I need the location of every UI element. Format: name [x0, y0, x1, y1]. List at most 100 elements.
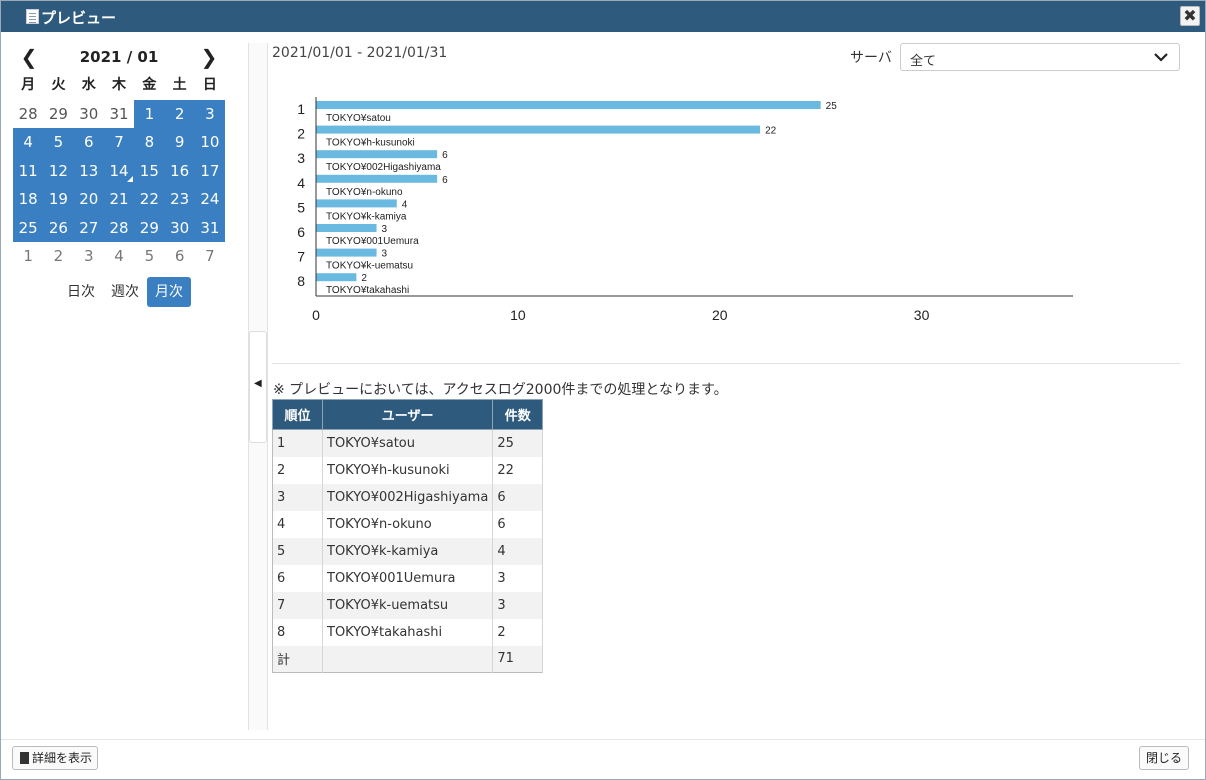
x-tick-label: 30 [914, 307, 930, 323]
calendar-day[interactable]: 23 [164, 185, 195, 214]
calendar-day[interactable]: 28 [103, 213, 135, 242]
x-tick-label: 20 [712, 307, 728, 323]
count-cell: 3 [492, 591, 544, 619]
table-row: 6 TOKYO¥001Uemura 3 [272, 564, 544, 592]
total-label-cell: 計 [272, 645, 323, 673]
weekly-button[interactable]: 週次 [103, 277, 147, 307]
bar-value-label: 4 [402, 199, 408, 210]
weekday-header: 月 [21, 77, 36, 93]
calendar-day[interactable]: 10 [194, 128, 226, 157]
close-window-button[interactable]: ✖ [1180, 6, 1200, 26]
column-header-rank: 順位 [272, 399, 323, 430]
server-select[interactable]: 全て [900, 43, 1180, 71]
calendar-day[interactable]: 28 [13, 100, 43, 129]
calendar-day[interactable]: 31 [194, 213, 226, 242]
rank-axis-label: 2 [297, 126, 305, 142]
calendar-day[interactable]: 13 [73, 156, 104, 185]
calendar-day[interactable]: 4 [13, 128, 44, 157]
table-row: 2 TOKYO¥h-kusunoki 22 [272, 456, 544, 484]
x-tick-label: 10 [510, 307, 526, 323]
table-row: 5 TOKYO¥k-kamiya 4 [272, 537, 544, 565]
calendar-day[interactable]: 25 [13, 213, 44, 242]
rank-axis-label: 6 [297, 224, 305, 240]
title-bar: プレビュー ✖ [1, 1, 1205, 32]
column-header-user: ユーザー [321, 399, 494, 430]
calendar-day[interactable]: 9 [164, 128, 195, 157]
calendar-day[interactable]: 31 [104, 100, 134, 129]
calendar-day[interactable]: 6 [164, 242, 194, 271]
calendar-day[interactable]: 22 [134, 185, 165, 214]
calendar-day[interactable]: 6 [73, 128, 104, 157]
calendar-day[interactable]: 1 [13, 242, 43, 271]
calendar-day[interactable]: 14 [103, 156, 135, 185]
calendar-day[interactable]: 17 [194, 156, 226, 185]
calendar-day[interactable]: 29 [134, 213, 165, 242]
count-cell: 25 [492, 429, 544, 457]
calendar-day[interactable]: 20 [73, 185, 104, 214]
calendar-header: ❮ 2021 / 01 ❯ [13, 43, 225, 71]
rank-cell: 8 [272, 618, 323, 646]
calendar-day[interactable]: 3 [74, 242, 104, 271]
bar-category-label: TOKYO¥h-kusunoki [326, 138, 415, 149]
table-header-row: 順位 ユーザー 件数 [272, 399, 544, 430]
preview-window: プレビュー ✖ ❮ 2021 / 01 ❯ 月火水木金土日 28 29 30 31 1 2 3… [0, 0, 1206, 780]
period-toggle: 日次 週次 月次 [59, 277, 191, 307]
calendar-day[interactable]: 19 [43, 185, 74, 214]
bar-value-label: 22 [765, 126, 777, 137]
monthly-button[interactable]: 月次 [147, 277, 191, 307]
calendar-day[interactable]: 7 [195, 242, 225, 271]
calendar-day[interactable]: 29 [43, 100, 73, 129]
calendar-day[interactable]: 11 [13, 156, 44, 185]
rank-axis-label: 8 [297, 273, 305, 289]
bar-value-label: 6 [442, 150, 448, 161]
count-cell: 3 [492, 564, 544, 592]
calendar-day[interactable]: 30 [74, 100, 104, 129]
calendar-day[interactable]: 5 [134, 242, 164, 271]
calendar-day[interactable]: 26 [43, 213, 74, 242]
rank-axis-label: 7 [297, 249, 305, 265]
daily-button[interactable]: 日次 [59, 277, 103, 307]
calendar-day[interactable]: 27 [73, 213, 104, 242]
calendar-day[interactable]: 7 [103, 128, 135, 157]
bar-category-label: TOKYO¥n-okuno [326, 187, 403, 198]
calendar-month: 2021 / 01 [79, 48, 159, 66]
bar-value-label: 2 [361, 273, 367, 284]
table-row: 7 TOKYO¥k-uematsu 3 [272, 591, 544, 619]
calendar-day[interactable]: 4 [104, 242, 134, 271]
bar-category-label: TOKYO¥001Uemura [326, 236, 419, 247]
table-row: 1 TOKYO¥satou 25 [272, 429, 544, 457]
calendar-day[interactable]: 12 [43, 156, 74, 185]
window-title: プレビュー [41, 9, 117, 27]
calendar-day[interactable]: 16 [164, 156, 195, 185]
weekday-header: 木 [112, 77, 127, 93]
calendar-day[interactable]: 2 [164, 99, 195, 128]
count-cell: 6 [492, 483, 544, 511]
user-cell: TOKYO¥takahashi [322, 618, 494, 646]
bar-category-label: TOKYO¥002Higashiyama [326, 162, 441, 173]
calendar-day[interactable]: 1 [134, 99, 165, 128]
footer-divider [1, 739, 1205, 740]
total-count-cell: 71 [492, 645, 544, 673]
calendar-day[interactable]: 3 [194, 99, 226, 128]
calendar-day[interactable]: 8 [134, 128, 165, 157]
bar-category-label: TOKYO¥takahashi [326, 285, 409, 296]
show-details-button[interactable]: 詳細を表示 [12, 746, 98, 770]
calendar-day[interactable]: 5 [43, 128, 74, 157]
calendar-day[interactable]: 30 [164, 213, 195, 242]
chart-bar [316, 150, 438, 159]
rank-axis-label: 5 [297, 199, 305, 215]
user-cell: TOKYO¥k-uematsu [322, 591, 494, 619]
bar-category-label: TOKYO¥satou [326, 113, 391, 124]
collapse-left-icon[interactable]: ◀ [254, 378, 262, 389]
calendar-day[interactable]: 24 [194, 185, 226, 214]
next-month-button[interactable]: ❯ [199, 45, 219, 69]
calendar-day[interactable]: 15 [134, 156, 165, 185]
close-button[interactable]: 閉じる [1139, 746, 1189, 770]
calendar-day[interactable]: 18 [13, 185, 44, 214]
calendar-day[interactable]: 21 [103, 185, 135, 214]
rank-cell: 3 [272, 483, 323, 511]
calendar-day[interactable]: 2 [43, 242, 73, 271]
rank-axis-label: 4 [297, 175, 305, 191]
document-icon [26, 9, 39, 24]
total-user-cell [322, 645, 494, 673]
